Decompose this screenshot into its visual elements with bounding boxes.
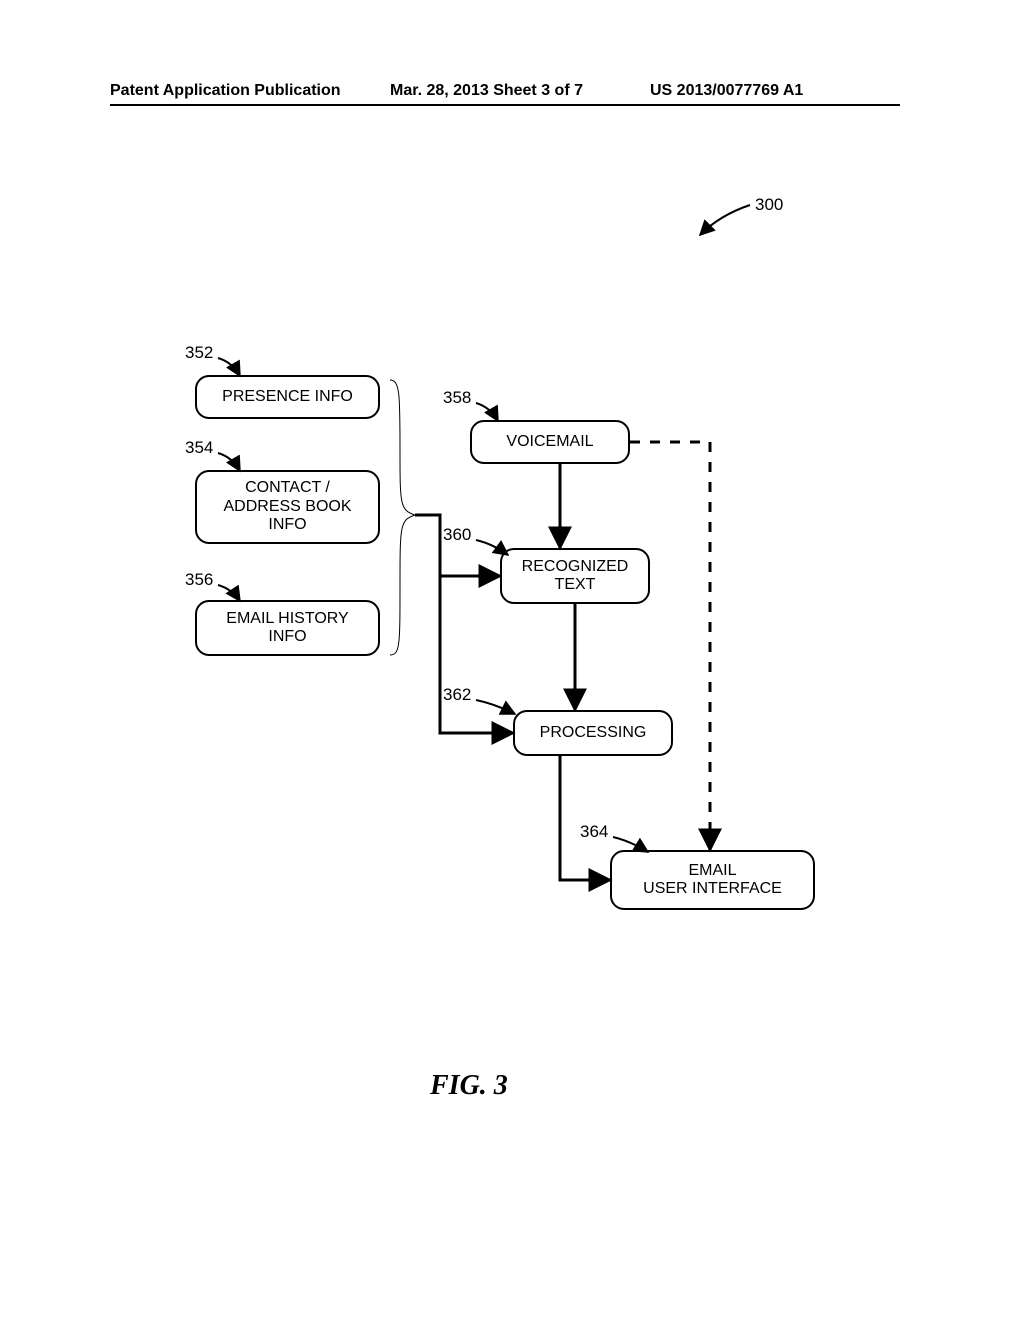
node-email-ui: EMAIL USER INTERFACE xyxy=(610,850,815,910)
ref-354: 354 xyxy=(185,438,213,458)
node-voicemail-label: VOICEMAIL xyxy=(506,433,593,451)
ref-362: 362 xyxy=(443,685,471,705)
header-rule xyxy=(110,104,900,106)
node-voicemail: VOICEMAIL xyxy=(470,420,630,464)
header-right: US 2013/0077769 A1 xyxy=(650,82,803,100)
node-presence-info: PRESENCE INFO xyxy=(195,375,380,419)
header-left: Patent Application Publication xyxy=(110,82,341,100)
ref-364: 364 xyxy=(580,822,608,842)
ref-360: 360 xyxy=(443,525,471,545)
ref-356: 356 xyxy=(185,570,213,590)
header-center: Mar. 28, 2013 Sheet 3 of 7 xyxy=(390,82,583,100)
figure-caption: FIG. 3 xyxy=(430,1070,508,1102)
node-contact-label: CONTACT / ADDRESS BOOK INFO xyxy=(223,479,351,534)
node-emailhist-label: EMAIL HISTORY INFO xyxy=(226,610,348,647)
node-recognized-label: RECOGNIZED TEXT xyxy=(522,558,629,595)
node-presence-label: PRESENCE INFO xyxy=(222,388,353,406)
ref-352: 352 xyxy=(185,343,213,363)
node-contact-address-book: CONTACT / ADDRESS BOOK INFO xyxy=(195,470,380,544)
node-emailui-label: EMAIL USER INTERFACE xyxy=(643,862,782,899)
diagram-connectors xyxy=(0,0,1024,1320)
ref-300: 300 xyxy=(755,195,783,215)
node-processing: PROCESSING xyxy=(513,710,673,756)
node-email-history: EMAIL HISTORY INFO xyxy=(195,600,380,656)
node-processing-label: PROCESSING xyxy=(540,724,647,742)
ref-358: 358 xyxy=(443,388,471,408)
page: Patent Application Publication Mar. 28, … xyxy=(0,0,1024,1320)
node-recognized-text: RECOGNIZED TEXT xyxy=(500,548,650,604)
